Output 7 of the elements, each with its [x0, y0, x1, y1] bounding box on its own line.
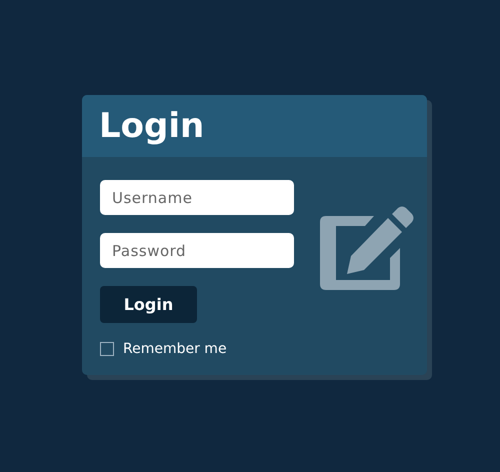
username-field[interactable]: Username [100, 180, 294, 215]
edit-icon [320, 206, 414, 290]
login-button[interactable]: Login [100, 286, 197, 323]
remember-checkbox[interactable] [100, 342, 114, 356]
card-title: Login [99, 106, 204, 146]
password-field[interactable]: Password [100, 233, 294, 268]
remember-label: Remember me [123, 341, 227, 357]
